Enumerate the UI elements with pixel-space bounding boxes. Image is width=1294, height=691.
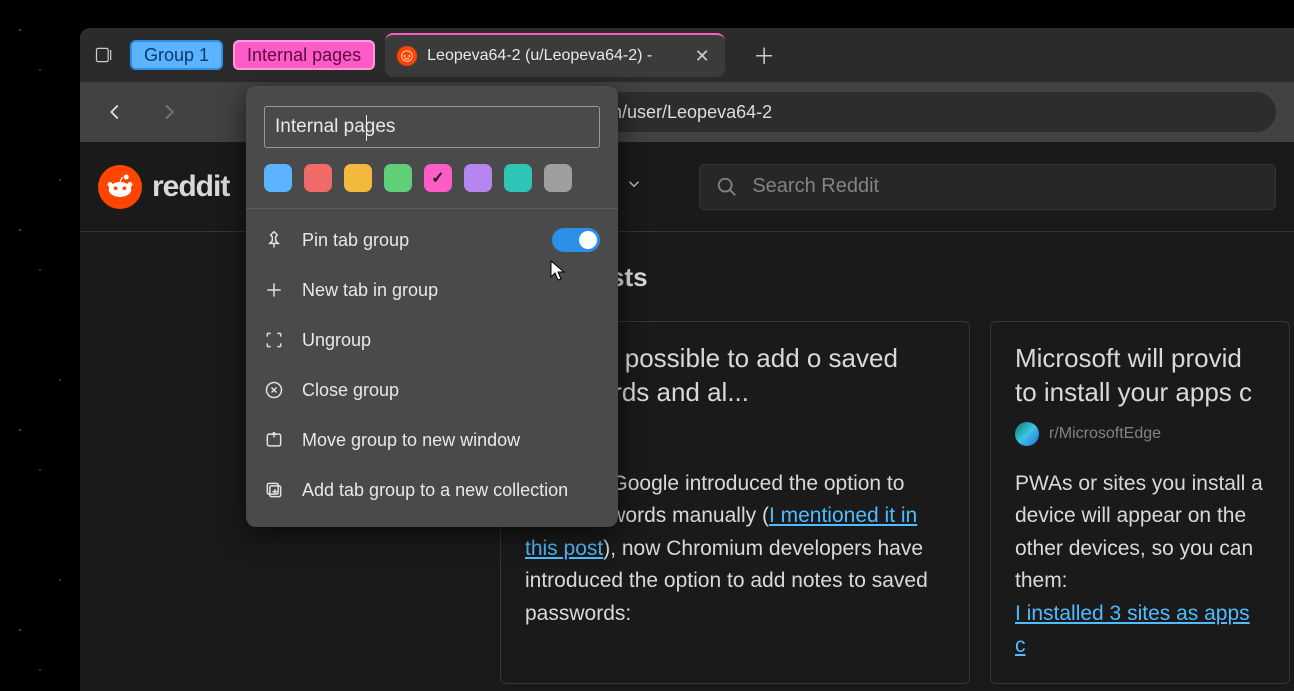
- nav-dropdown[interactable]: [625, 175, 643, 198]
- menu-item-label: Ungroup: [302, 330, 371, 351]
- post-body: PWAs or sites you install a device will …: [1015, 468, 1265, 663]
- tab-actions-button[interactable]: [88, 39, 120, 71]
- collection-icon: [264, 480, 284, 500]
- new-window-icon: [264, 430, 284, 450]
- search-icon: [716, 176, 738, 198]
- pinned-posts-heading: sts: [610, 262, 1294, 293]
- group-color-picker: [246, 164, 618, 208]
- active-tab[interactable]: Leopeva64-2 (u/Leopeva64-2) - ✕: [385, 33, 725, 77]
- back-button[interactable]: [98, 95, 132, 129]
- color-swatch-red[interactable]: [304, 164, 332, 192]
- color-swatch-grey[interactable]: [544, 164, 572, 192]
- ungroup-item[interactable]: Ungroup: [246, 315, 618, 365]
- pin-tab-group-item[interactable]: Pin tab group: [246, 215, 618, 265]
- tab-close-button[interactable]: ✕: [691, 45, 713, 67]
- add-to-collection-item[interactable]: Add tab group to a new collection: [246, 465, 618, 515]
- ungroup-icon: [264, 330, 284, 350]
- tab-group-chip-label: Group 1: [144, 45, 209, 66]
- color-swatch-teal[interactable]: [504, 164, 532, 192]
- tab-group-context-menu: Internal pages Pin tab group New tab in …: [246, 86, 618, 527]
- tab-strip: Group 1 Internal pages Leopeva64-2 (u/Le…: [80, 28, 1294, 82]
- plus-icon: [264, 280, 284, 300]
- tab-group-chip-1[interactable]: Group 1: [130, 40, 223, 70]
- reddit-search-input[interactable]: Search Reddit: [699, 164, 1276, 210]
- color-swatch-purple[interactable]: [464, 164, 492, 192]
- pin-icon: [264, 230, 284, 250]
- color-swatch-pink[interactable]: [424, 164, 452, 192]
- post-subreddit[interactable]: r/MicrosoftEdge: [1015, 422, 1265, 446]
- post-title: Microsoft will provid to install your ap…: [1015, 342, 1265, 410]
- color-swatch-yellow[interactable]: [344, 164, 372, 192]
- post-body-text: PWAs or sites you install a device will …: [1015, 472, 1263, 593]
- post-body-link[interactable]: I installed 3 sites as apps c: [1015, 602, 1250, 658]
- menu-item-label: New tab in group: [302, 280, 438, 301]
- group-name-input[interactable]: Internal pages: [264, 106, 600, 148]
- menu-divider: [246, 208, 618, 209]
- color-swatch-blue[interactable]: [264, 164, 292, 192]
- mouse-cursor: [550, 260, 568, 287]
- tab-group-chip-2[interactable]: Internal pages: [233, 40, 375, 70]
- search-placeholder: Search Reddit: [752, 175, 879, 198]
- arrow-right-icon: [158, 101, 180, 123]
- menu-item-label: Close group: [302, 380, 399, 401]
- reddit-logo-icon: [98, 165, 142, 209]
- address-bar[interactable]: it.com/user/Leopeva64-2: [556, 92, 1276, 132]
- menu-item-label: Add tab group to a new collection: [302, 480, 568, 501]
- arrow-left-icon: [104, 101, 126, 123]
- tab-group-chip-label: Internal pages: [247, 45, 361, 66]
- tab-title: Leopeva64-2 (u/Leopeva64-2) -: [427, 47, 681, 65]
- reddit-logo-text: reddit: [152, 170, 229, 204]
- forward-button[interactable]: [152, 95, 186, 129]
- move-to-new-window-item[interactable]: Move group to new window: [246, 415, 618, 465]
- pinned-cards-row: soon be possible to add o saved password…: [500, 321, 1294, 684]
- menu-item-label: Move group to new window: [302, 430, 520, 451]
- group-name-value: Internal pages: [275, 116, 395, 138]
- pin-toggle[interactable]: [552, 228, 600, 252]
- reddit-logo[interactable]: reddit: [98, 165, 229, 209]
- subreddit-name: r/MicrosoftEdge: [1049, 425, 1161, 443]
- new-tab-button[interactable]: ＋: [747, 38, 781, 72]
- close-group-item[interactable]: Close group: [246, 365, 618, 415]
- close-circle-icon: [264, 380, 284, 400]
- reddit-favicon: [397, 46, 417, 66]
- menu-item-label: Pin tab group: [302, 230, 409, 251]
- chevron-down-icon: [625, 175, 643, 193]
- tab-list-icon: [94, 45, 114, 65]
- subreddit-icon: [1015, 422, 1039, 446]
- pinned-post-card[interactable]: Microsoft will provid to install your ap…: [990, 321, 1290, 684]
- color-swatch-green[interactable]: [384, 164, 412, 192]
